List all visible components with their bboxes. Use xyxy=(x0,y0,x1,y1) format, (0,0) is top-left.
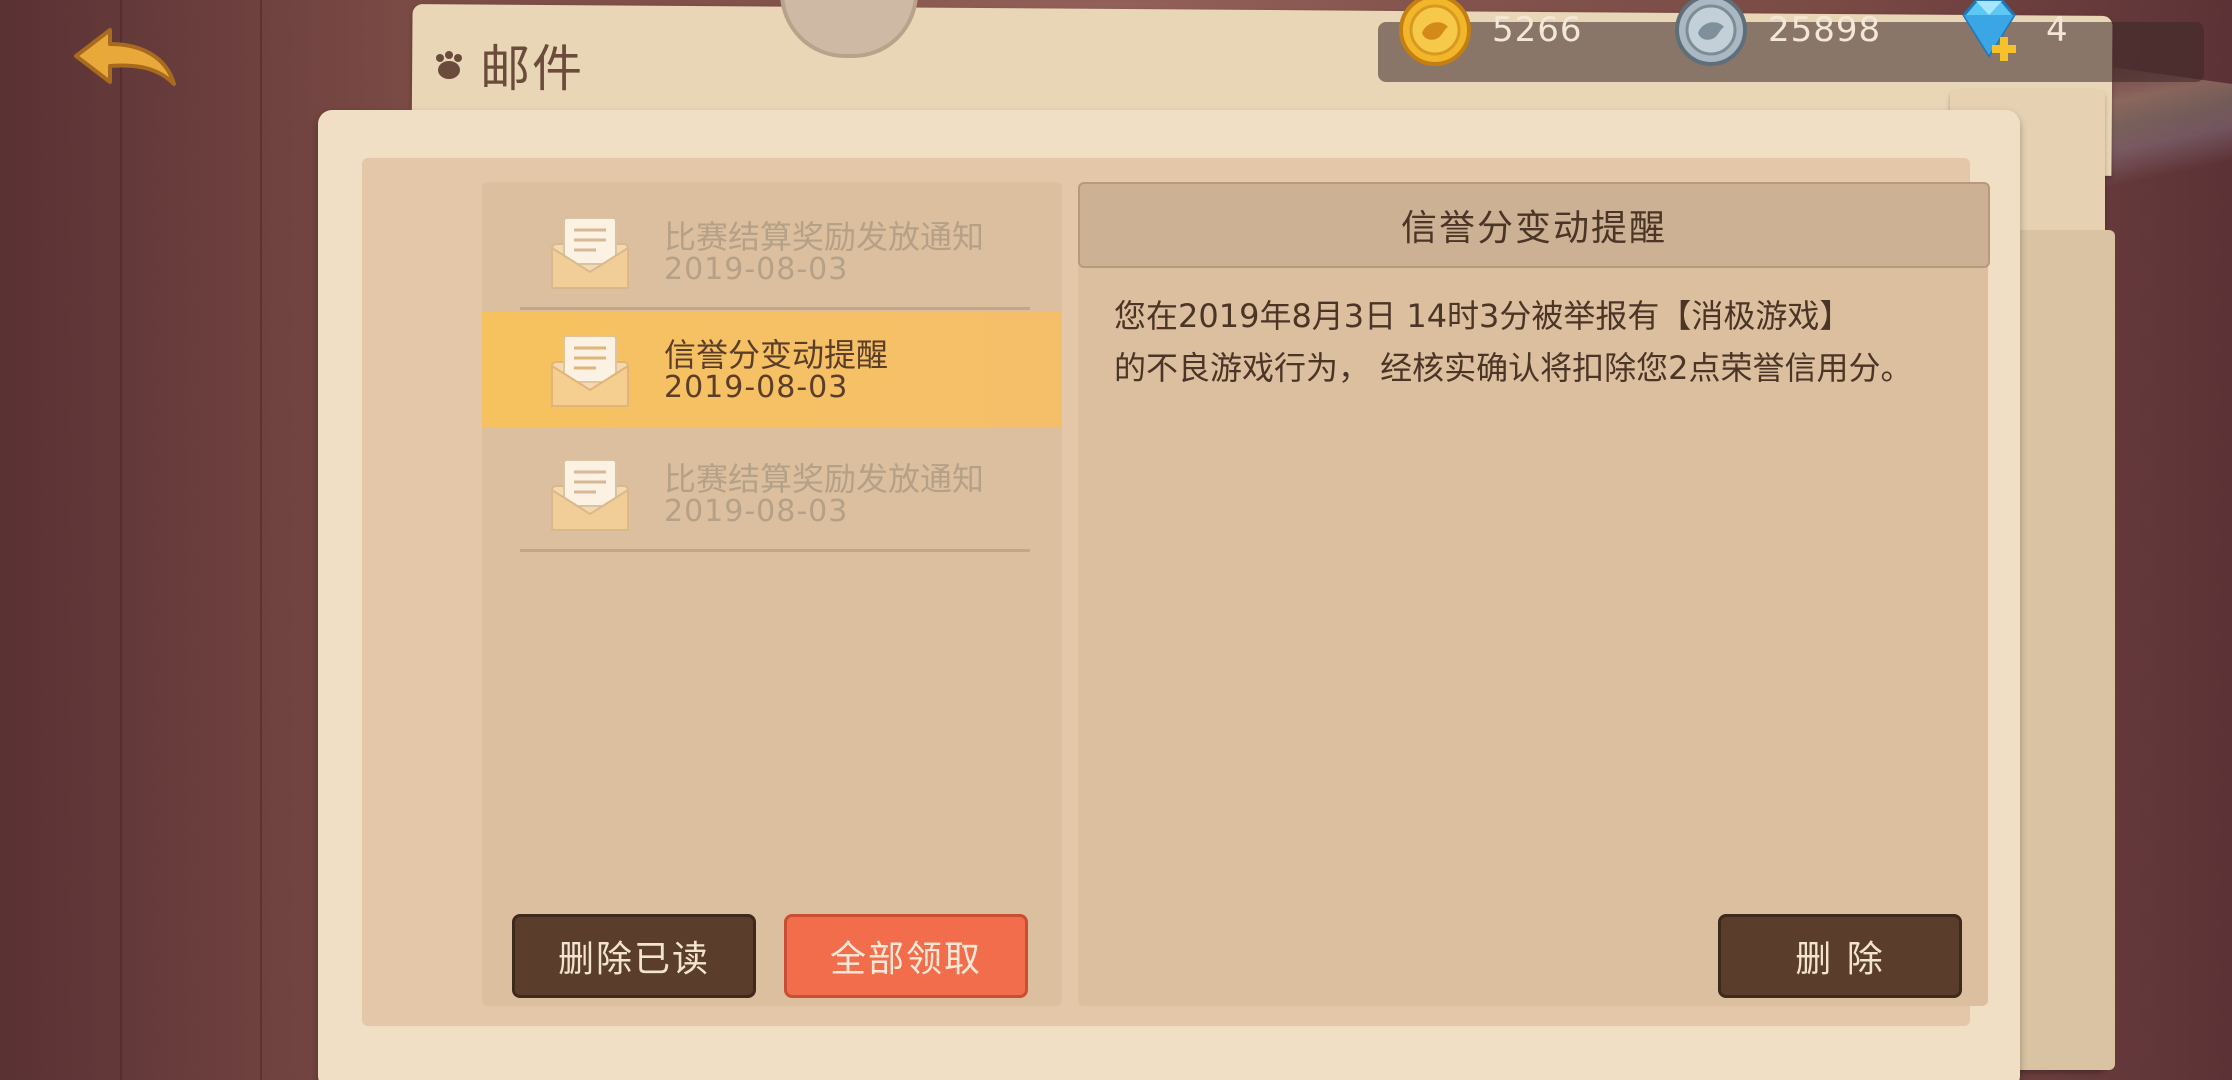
back-button[interactable] xyxy=(70,26,180,96)
page-title-group: 邮件 xyxy=(432,30,584,100)
divider xyxy=(520,549,1030,552)
silver-coin-value: 25898 xyxy=(1768,10,1882,50)
silver-coin-display: 25898 xyxy=(1674,0,1882,66)
gold-coin-value: 5266 xyxy=(1492,10,1583,50)
open-envelope-icon xyxy=(551,459,629,531)
mail-list-item[interactable]: 比赛结算奖励发放通知 2019-08-03 xyxy=(482,194,1062,310)
delete-read-button[interactable]: 删除已读 xyxy=(512,914,756,998)
diamond-display[interactable]: 4 xyxy=(1952,0,2069,61)
mail-detail-title: 信誉分变动提醒 xyxy=(1078,182,1990,268)
open-envelope-icon xyxy=(551,217,629,289)
mail-date: 2019-08-03 xyxy=(664,370,849,405)
mail-body-line: 您在2019年8月3日 14时3分被举报有【消极游戏】 xyxy=(1114,297,1852,335)
back-arrow-icon xyxy=(74,28,176,86)
gold-coin-icon xyxy=(1399,0,1471,66)
paw-icon xyxy=(436,51,462,79)
mail-date: 2019-08-03 xyxy=(664,252,849,287)
claim-all-button[interactable]: 全部领取 xyxy=(784,914,1028,998)
diamond-plus-icon[interactable] xyxy=(1952,0,2026,67)
mail-list-item[interactable]: 比赛结算奖励发放通知 2019-08-03 xyxy=(482,436,1062,552)
page-title: 邮件 xyxy=(480,40,584,98)
wood-plank-line xyxy=(120,0,122,1080)
mail-list-item-selected[interactable]: 信誉分变动提醒 2019-08-03 xyxy=(482,312,1062,428)
diamond-value: 4 xyxy=(2046,10,2069,50)
mail-date: 2019-08-03 xyxy=(664,494,849,529)
mail-body-line: 的不良游戏行为， 经核实确认将扣除您2点荣誉信用分。 xyxy=(1114,349,1913,387)
wood-plank-line xyxy=(260,0,262,1080)
silver-coin-icon xyxy=(1675,0,1747,66)
mail-detail-body: 您在2019年8月3日 14时3分被举报有【消极游戏】 的不良游戏行为， 经核实… xyxy=(1114,290,1974,394)
divider xyxy=(520,307,1030,310)
open-envelope-icon xyxy=(551,335,629,407)
delete-button[interactable]: 删 除 xyxy=(1718,914,1962,998)
gold-coin-display: 5266 xyxy=(1398,0,1583,66)
